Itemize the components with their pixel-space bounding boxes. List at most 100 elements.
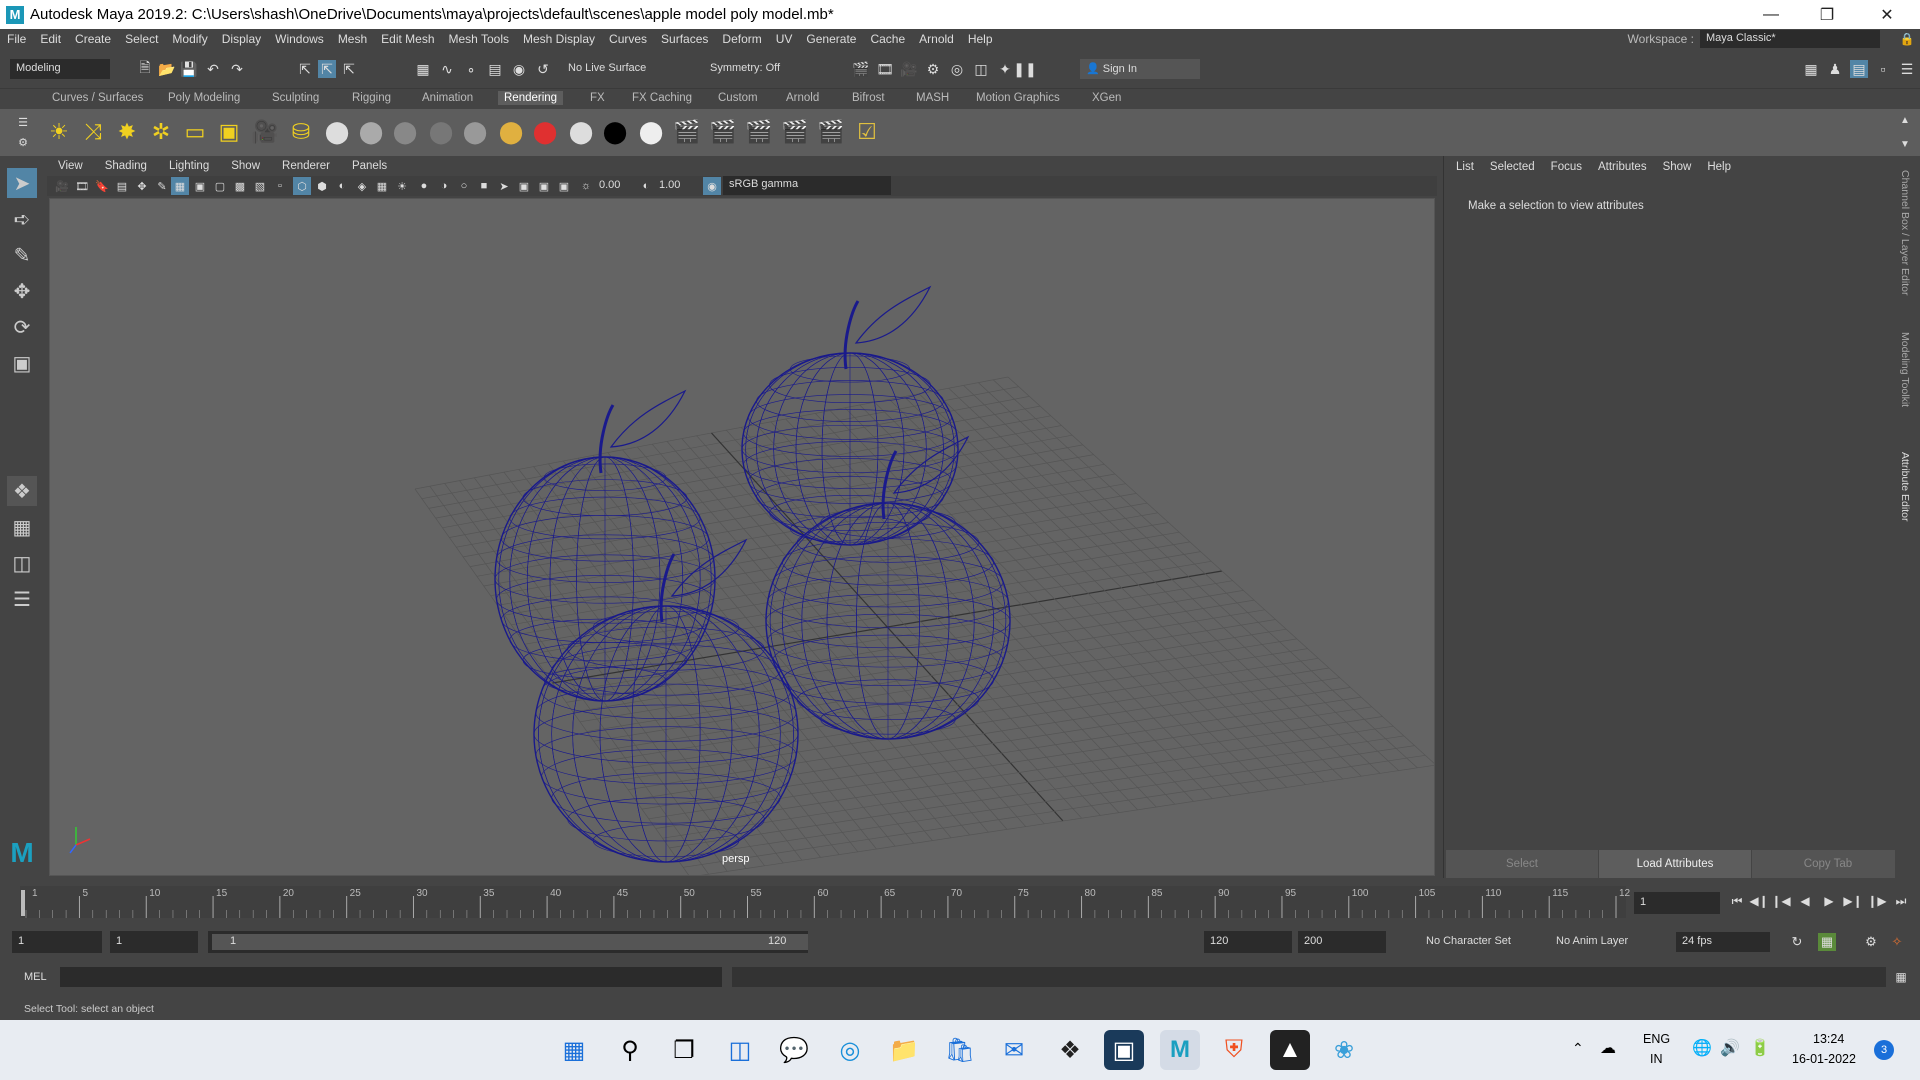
clock-date[interactable]: 16-01-2022 — [1792, 1052, 1856, 1066]
menu-deform[interactable]: Deform — [715, 32, 768, 46]
animation-start-field[interactable]: 1 — [12, 931, 102, 953]
viewport-menu-panels[interactable]: Panels — [341, 160, 398, 172]
step-forward-key-icon[interactable]: ▶❙ — [1843, 892, 1862, 910]
shelf-tab-xgen[interactable]: XGen — [1086, 91, 1127, 105]
network-icon[interactable]: 🌐 — [1692, 1038, 1712, 1058]
render-view-icon[interactable]: 🎬 — [852, 60, 870, 78]
attr-menu-list[interactable]: List — [1448, 161, 1482, 173]
select-button[interactable]: Select — [1446, 850, 1598, 878]
ipr-render-icon[interactable]: 🎥 — [900, 60, 918, 78]
menu-select[interactable]: Select — [118, 32, 165, 46]
minimize-button[interactable]: — — [1744, 0, 1798, 29]
attr-menu-focus[interactable]: Focus — [1543, 161, 1590, 173]
blinn-material-icon[interactable]: ⬤ — [322, 117, 352, 147]
brave-browser-icon[interactable]: ⛨ — [1214, 1030, 1254, 1070]
shelf-tab-rendering[interactable]: Rendering — [498, 91, 564, 105]
step-back-key-icon[interactable]: ❙◀ — [1771, 892, 1790, 910]
view-transform-dropdown[interactable]: sRGB gamma — [723, 176, 891, 195]
step-back-frame-icon[interactable]: ◀❙ — [1749, 892, 1768, 910]
render-sequence-icon[interactable]: 🎬 — [780, 117, 810, 147]
shelf-tab-arnold[interactable]: Arnold — [780, 91, 825, 105]
menu-generate[interactable]: Generate — [799, 32, 863, 46]
app-icon[interactable]: ▣ — [1104, 1030, 1144, 1070]
paint-select-tool-icon[interactable]: ✎ — [7, 240, 37, 270]
scene-canvas[interactable] — [50, 199, 1435, 876]
xray-joints-icon[interactable]: ▣ — [535, 177, 553, 195]
white-material-icon[interactable]: ⬤ — [566, 117, 596, 147]
select-camera-icon[interactable]: 🎥 — [53, 177, 71, 195]
anim-prefs-icon[interactable]: ⚙ — [1862, 933, 1880, 951]
xray-icon[interactable]: ▣ — [515, 177, 533, 195]
render-setup-icon[interactable]: ◫ — [972, 60, 990, 78]
shelf-tab-rigging[interactable]: Rigging — [346, 91, 397, 105]
symmetry-dropdown[interactable]: Symmetry: Off — [704, 59, 804, 79]
pause-viewport-icon[interactable]: ❚❚ — [1013, 60, 1036, 78]
phong-e-material-icon[interactable]: ⬤ — [426, 117, 456, 147]
ipr-icon[interactable]: 🎬 — [708, 117, 738, 147]
safe-action-icon[interactable]: ▫ — [271, 177, 289, 195]
go-to-start-icon[interactable]: ⏮ — [1728, 892, 1746, 910]
smooth-shade-icon[interactable]: ⬢ — [313, 177, 331, 195]
shelf-tab-bifrost[interactable]: Bifrost — [846, 91, 891, 105]
menu-edit[interactable]: Edit — [33, 32, 68, 46]
lock-icon[interactable]: 🔒 — [1898, 30, 1916, 48]
viewport-menu-show[interactable]: Show — [220, 160, 271, 172]
go-to-end-icon[interactable]: ⏭ — [1892, 892, 1910, 910]
menu-windows[interactable]: Windows — [268, 32, 331, 46]
select-by-object-icon[interactable]: ⇱ — [318, 60, 336, 78]
volume-light-icon[interactable]: ▣ — [214, 117, 244, 147]
scale-tool-icon[interactable]: ▣ — [7, 348, 37, 378]
camera-icon[interactable]: 🎥 — [250, 117, 280, 147]
side-tab-modeling-toolkit[interactable]: Modeling Toolkit — [1899, 332, 1911, 407]
perspective-viewport[interactable]: persp — [49, 198, 1435, 876]
anisotropic-material-icon[interactable]: ⬤ — [460, 117, 490, 147]
live-surface-dropdown[interactable]: No Live Surface — [562, 59, 672, 79]
onedrive-icon[interactable]: ☁ — [1600, 1038, 1616, 1058]
attribute-editor-toggle-icon[interactable]: ▤ — [1850, 60, 1868, 78]
hypershade-shelf-icon[interactable]: ☑ — [852, 117, 882, 147]
grid-toggle-icon[interactable]: ▦ — [171, 177, 189, 195]
directional-light-icon[interactable]: ⤨ — [78, 117, 108, 147]
search-icon[interactable]: ⚲ — [610, 1030, 650, 1070]
menu-modify[interactable]: Modify — [165, 32, 214, 46]
time-ruler[interactable]: 1 5 10 15 20 25 30 35 40 45 50 55 60 65 70 75 80 85 90 95 10… — [0, 884, 1630, 920]
exposure-value[interactable]: 0.00 — [599, 179, 620, 191]
menu-mesh-display[interactable]: Mesh Display — [516, 32, 602, 46]
area-light-icon[interactable]: ▭ — [180, 117, 210, 147]
ramp-shader-icon[interactable]: ⬤ — [496, 117, 526, 147]
edge-browser-icon[interactable]: ◎ — [830, 1030, 870, 1070]
step-forward-frame-icon[interactable]: ❙▶ — [1867, 892, 1886, 910]
widgets-icon[interactable]: ◫ — [720, 1030, 760, 1070]
resolution-gate-icon[interactable]: ▢ — [211, 177, 229, 195]
volume-icon[interactable]: 🔊 — [1720, 1038, 1740, 1058]
mel-language-toggle[interactable]: MEL — [24, 971, 47, 983]
surface-shader-icon[interactable]: ⬤ — [530, 117, 560, 147]
menu-set-dropdown[interactable]: Modeling — [10, 59, 110, 79]
playback-start-field[interactable]: 1 — [110, 931, 198, 953]
render-frame-icon[interactable]: 🎞 — [876, 60, 894, 78]
shelf-scroll-down-icon[interactable]: ▼ — [1896, 135, 1914, 153]
move-tool-icon[interactable]: ✥ — [7, 276, 37, 306]
snap-to-curve-icon[interactable]: ∿ — [438, 60, 456, 78]
attr-menu-attributes[interactable]: Attributes — [1590, 161, 1655, 173]
predator-app-icon[interactable]: ▲ — [1270, 1030, 1310, 1070]
rotate-tool-icon[interactable]: ⟳ — [7, 312, 37, 342]
use-all-lights-icon[interactable]: ☀ — [393, 177, 411, 195]
motion-blur-icon[interactable]: ○ — [455, 177, 473, 195]
network-app-icon[interactable]: ❀ — [1324, 1030, 1364, 1070]
menu-surfaces[interactable]: Surfaces — [654, 32, 715, 46]
snap-to-point-icon[interactable]: ∘ — [462, 60, 480, 78]
auto-key-icon[interactable]: ▦ — [1818, 933, 1836, 951]
ambient-light-icon[interactable]: ☀ — [44, 117, 74, 147]
viewport-menu-view[interactable]: View — [47, 160, 94, 172]
lasso-tool-icon[interactable]: ➪ — [7, 204, 37, 234]
gamma-value[interactable]: 1.00 — [659, 179, 680, 191]
four-view-layout-icon[interactable]: ▦ — [7, 512, 37, 542]
chat-icon[interactable]: 💬 — [774, 1030, 814, 1070]
restore-button[interactable]: ❐ — [1800, 0, 1854, 29]
default-material-icon[interactable]: ◐ — [333, 177, 351, 195]
render-region-icon[interactable]: 🎬 — [816, 117, 846, 147]
history-icon[interactable]: ↺ — [534, 60, 552, 78]
field-chart-icon[interactable]: ▧ — [251, 177, 269, 195]
shelf-tab-fx[interactable]: FX — [584, 91, 611, 105]
